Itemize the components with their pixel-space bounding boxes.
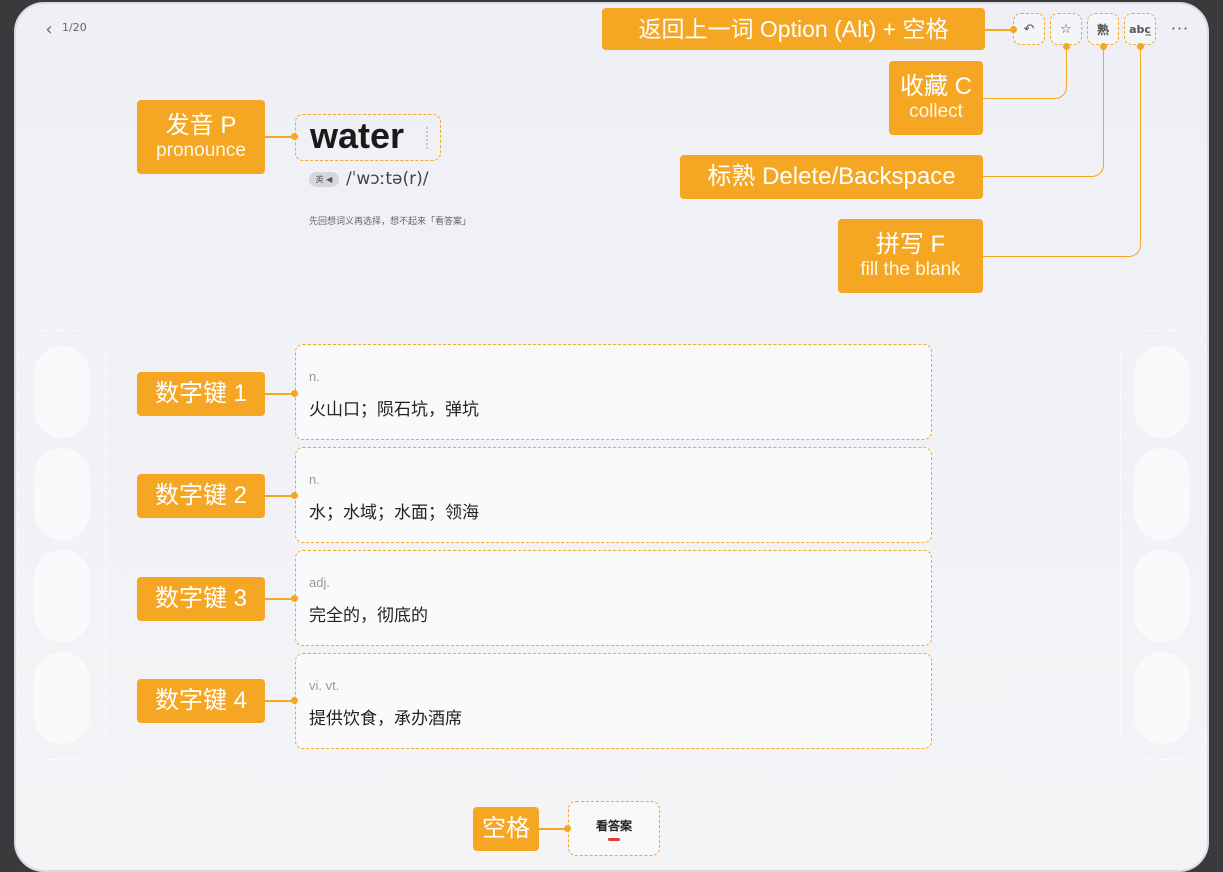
definition-option-2[interactable]: n. 水；水域；水面；领海 xyxy=(295,447,932,543)
callout-spell-text: 拼写 F xyxy=(875,231,946,258)
right-swipe-slot xyxy=(1134,652,1190,744)
callout-dot xyxy=(291,697,298,704)
right-swipe-slot xyxy=(1134,550,1190,642)
show-answer-label: 看答案 xyxy=(595,818,632,833)
callout-collect-sub: collect xyxy=(909,101,963,122)
callout-key-2: 数字键 2 xyxy=(137,474,265,518)
part-of-speech: adj. xyxy=(309,575,330,590)
callout-key-4-text: 数字键 4 xyxy=(154,687,247,714)
callout-space-text: 空格 xyxy=(482,815,530,842)
callout-key-3: 数字键 3 xyxy=(137,577,265,621)
definition-text: 水；水域；水面；领海 xyxy=(309,503,479,523)
callout-dot xyxy=(1137,43,1144,50)
hint-text: 先回想词义再选择，想不起来「看答案」 xyxy=(309,217,472,227)
drag-handle-icon xyxy=(426,127,430,149)
callout-dot xyxy=(291,133,298,140)
definition-option-4[interactable]: vi. vt. 提供饮食，承办酒席 xyxy=(295,653,932,749)
definition-option-3[interactable]: adj. 完全的，彻底的 xyxy=(295,550,932,646)
definition-text: 提供饮食，承办酒席 xyxy=(309,709,462,729)
callout-mastered-text: 标熟 Delete/Backspace xyxy=(707,163,956,190)
callout-connector xyxy=(265,393,293,395)
definition-text: 完全的，彻底的 xyxy=(309,606,428,626)
callout-spell: 拼写 F fill the blank xyxy=(838,219,983,293)
right-swipe-slot xyxy=(1134,346,1190,438)
callout-pronounce-text: 发音 P xyxy=(165,112,237,139)
callout-collect: 收藏 C collect xyxy=(889,61,983,135)
callout-key-3-text: 数字键 3 xyxy=(154,585,247,612)
part-of-speech: vi. vt. xyxy=(309,678,340,693)
callout-space: 空格 xyxy=(473,807,539,851)
callout-pronounce-sub: pronounce xyxy=(156,140,246,161)
callout-connector xyxy=(265,598,293,600)
mastered-button[interactable]: 熟 xyxy=(1087,13,1119,45)
callout-undo-text: 返回上一词 Option (Alt) + 空格 xyxy=(638,16,949,42)
callout-dot xyxy=(291,390,298,397)
left-swipe-slot xyxy=(34,448,90,540)
definition-option-1[interactable]: n. 火山口；陨石坑，弹坑 xyxy=(295,344,932,440)
callout-pronounce: 发音 P pronounce xyxy=(137,100,265,174)
show-answer-button[interactable]: 看答案 xyxy=(568,801,660,856)
star-icon: ☆ xyxy=(1060,21,1072,37)
callout-connector xyxy=(265,700,293,702)
callout-dot xyxy=(1010,26,1017,33)
undo-button[interactable]: ↶ xyxy=(1013,13,1045,45)
part-of-speech: n. xyxy=(309,369,320,384)
callout-dot xyxy=(564,825,571,832)
callout-key-2-text: 数字键 2 xyxy=(154,482,247,509)
left-swipe-slot xyxy=(34,652,90,744)
part-of-speech: n. xyxy=(309,472,320,487)
callout-undo: 返回上一词 Option (Alt) + 空格 xyxy=(602,8,985,50)
callout-connector xyxy=(265,136,293,138)
callout-key-1: 数字键 1 xyxy=(137,372,265,416)
phonetic: /ˈwɔːtə(r)/ xyxy=(346,169,429,189)
accent-speaker-button[interactable]: 英 ◀ xyxy=(309,172,339,187)
callout-key-1-text: 数字键 1 xyxy=(154,380,247,407)
word-title[interactable]: water xyxy=(310,115,404,157)
callout-key-4: 数字键 4 xyxy=(137,679,265,723)
collect-button[interactable]: ☆ xyxy=(1050,13,1082,45)
progress-counter: 1/20 xyxy=(62,21,87,34)
callout-collect-text: 收藏 C xyxy=(900,73,972,100)
callout-connector xyxy=(985,29,1013,31)
chevron-left-icon[interactable]: ‹ xyxy=(38,18,60,40)
spell-button[interactable]: abc̲ xyxy=(1124,13,1156,45)
definition-text: 火山口；陨石坑，弹坑 xyxy=(309,400,479,420)
undo-icon: ↶ xyxy=(1023,21,1035,37)
callout-connector xyxy=(983,46,1141,257)
answer-indicator xyxy=(608,837,620,841)
right-swipe-slot xyxy=(1134,448,1190,540)
spell-icon: abc̲ xyxy=(1129,22,1151,36)
callout-connector xyxy=(265,495,293,497)
callout-connector xyxy=(539,828,567,830)
left-swipe-slot xyxy=(34,550,90,642)
app-window: ‹ 1/20 ↶ ☆ 熟 abc̲ ··· water 英 ◀ /ˈwɔːtə(… xyxy=(14,2,1209,872)
mastered-icon: 熟 xyxy=(1096,22,1109,37)
callout-dot xyxy=(291,492,298,499)
more-icon[interactable]: ··· xyxy=(1168,18,1192,38)
callout-mastered: 标熟 Delete/Backspace xyxy=(680,155,983,199)
left-swipe-slot xyxy=(34,346,90,438)
callout-spell-sub: fill the blank xyxy=(860,259,961,280)
callout-dot xyxy=(291,595,298,602)
